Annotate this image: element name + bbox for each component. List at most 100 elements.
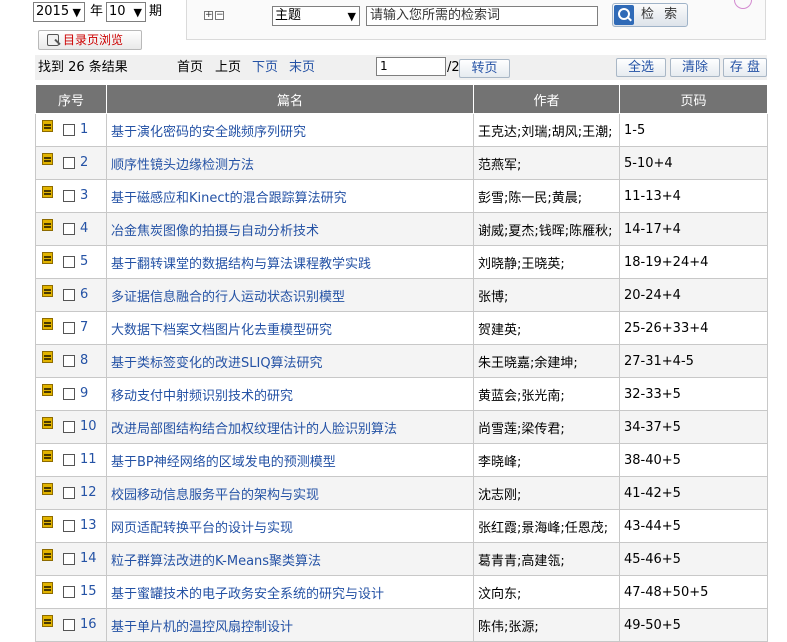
article-title-link[interactable]: 校园移动信息服务平台的架构与实现 (111, 488, 319, 503)
document-icon[interactable] (42, 516, 53, 528)
row-checkbox[interactable] (63, 586, 75, 598)
row-number[interactable]: 10 (80, 419, 97, 434)
authors-cell: 沈志刚; (473, 476, 620, 510)
row-number[interactable]: 16 (80, 617, 97, 632)
row-checkbox[interactable] (63, 256, 75, 268)
article-title-link[interactable]: 基于磁感应和Kinect的混合跟踪算法研究 (111, 191, 347, 206)
document-icon[interactable] (42, 615, 53, 627)
row-number[interactable]: 1 (80, 122, 88, 137)
document-icon[interactable] (42, 483, 53, 495)
row-number[interactable]: 15 (80, 584, 97, 599)
document-icon[interactable] (42, 384, 53, 396)
table-row: 12 校园移动信息服务平台的架构与实现 沈志刚; 41-42+5 (35, 476, 768, 510)
last-page-link[interactable]: 末页 (289, 60, 315, 75)
document-icon[interactable] (42, 549, 53, 561)
row-number[interactable]: 2 (80, 155, 88, 170)
authors-cell: 陈伟;张源; (473, 608, 620, 642)
article-title-link[interactable]: 移动支付中射频识别技术的研究 (111, 389, 293, 404)
select-all-button[interactable]: 全选 (616, 58, 666, 77)
page-number-input[interactable]: 1 (376, 57, 446, 76)
title-cell: 基于演化密码的安全跳频序列研究 (106, 113, 474, 147)
article-title-link[interactable]: 基于翻转课堂的数据结构与算法课程教学实践 (111, 257, 371, 272)
document-icon[interactable] (42, 285, 53, 297)
article-title-link[interactable]: 顺序性镜头边缘检测方法 (111, 158, 254, 173)
row-checkbox[interactable] (63, 223, 75, 235)
document-icon[interactable] (42, 219, 53, 231)
next-page-link[interactable]: 下页 (252, 60, 278, 75)
article-title-link[interactable]: 冶金焦炭图像的拍摄与自动分析技术 (111, 224, 319, 239)
row-number[interactable]: 8 (80, 353, 88, 368)
result-count: 找到 26 条结果 (38, 60, 128, 75)
clear-button[interactable]: 清除 (670, 58, 720, 77)
first-page-link[interactable]: 首页 (177, 60, 203, 75)
row-number[interactable]: 11 (80, 452, 97, 467)
title-cell: 基于BP神经网络的区域发电的预测模型 (106, 443, 474, 477)
row-checkbox[interactable] (63, 553, 75, 565)
table-row: 13 网页适配转换平台的设计与实现 张红霞;景海峰;任恩茂; 43-44+5 (35, 509, 768, 543)
row-number[interactable]: 12 (80, 485, 97, 500)
article-title-link[interactable]: 改进局部图结构结合加权纹理估计的人脸识别算法 (111, 422, 397, 437)
article-title-link[interactable]: 基于BP神经网络的区域发电的预测模型 (111, 455, 336, 470)
title-cell: 大数据下档案文档图片化去重模型研究 (106, 311, 474, 345)
article-title-link[interactable]: 大数据下档案文档图片化去重模型研究 (111, 323, 332, 338)
row-number[interactable]: 9 (80, 386, 88, 401)
pages-cell: 11-13+4 (619, 179, 768, 213)
row-number[interactable]: 14 (80, 551, 97, 566)
row-checkbox[interactable] (63, 520, 75, 532)
row-number-cell: 4 (35, 212, 107, 246)
document-icon[interactable] (42, 351, 53, 363)
row-checkbox[interactable] (63, 421, 75, 433)
expand-icon[interactable]: + (204, 11, 213, 20)
row-checkbox[interactable] (63, 322, 75, 334)
article-title-link[interactable]: 基于演化密码的安全跳频序列研究 (111, 125, 306, 140)
title-cell: 改进局部图结构结合加权纹理估计的人脸识别算法 (106, 410, 474, 444)
document-icon[interactable] (42, 450, 53, 462)
row-checkbox[interactable] (63, 454, 75, 466)
collapse-icon[interactable]: − (215, 11, 224, 20)
goto-page-button[interactable]: 转页 (459, 59, 510, 78)
search-button-label: 检 索 (641, 7, 681, 22)
document-icon[interactable] (42, 186, 53, 198)
row-number[interactable]: 6 (80, 287, 88, 302)
row-checkbox[interactable] (63, 355, 75, 367)
authors-cell: 范燕军; (473, 146, 620, 180)
article-title-link[interactable]: 多证据信息融合的行人运动状态识别模型 (111, 290, 345, 305)
article-title-link[interactable]: 基于类标签变化的改进SLIQ算法研究 (111, 356, 323, 371)
row-checkbox[interactable] (63, 388, 75, 400)
row-checkbox[interactable] (63, 619, 75, 631)
article-title-link[interactable]: 基于蜜罐技术的电子政务安全系统的研究与设计 (111, 587, 384, 602)
header-number: 序号 (35, 84, 107, 114)
article-title-link[interactable]: 网页适配转换平台的设计与实现 (111, 521, 293, 536)
table-row: 9 移动支付中射频识别技术的研究 黄蓝会;张光南; 32-33+5 (35, 377, 768, 411)
document-icon[interactable] (42, 318, 53, 330)
row-number[interactable]: 13 (80, 518, 97, 533)
authors-cell: 朱王晓嘉;余建坤; (473, 344, 620, 378)
search-button[interactable]: 检 索 (612, 3, 688, 27)
issue-select[interactable]: 10 ▼ (106, 2, 146, 22)
row-number-cell: 15 (35, 575, 107, 609)
row-checkbox[interactable] (63, 289, 75, 301)
authors-cell: 刘晓静;王晓英; (473, 245, 620, 279)
document-icon[interactable] (42, 120, 53, 132)
document-icon[interactable] (42, 582, 53, 594)
row-checkbox[interactable] (63, 190, 75, 202)
article-title-link[interactable]: 粒子群算法改进的K-Means聚类算法 (111, 554, 321, 569)
search-field-select[interactable]: 主题 ▼ (272, 6, 360, 26)
article-title-link[interactable]: 基于单片机的温控风扇控制设计 (111, 620, 293, 635)
pages-cell: 34-37+5 (619, 410, 768, 444)
row-checkbox[interactable] (63, 124, 75, 136)
prev-page-link[interactable]: 上页 (215, 60, 241, 75)
row-number[interactable]: 5 (80, 254, 88, 269)
search-input[interactable]: 请输入您所需的检索词 (366, 6, 598, 26)
row-number[interactable]: 7 (80, 320, 88, 335)
document-icon[interactable] (42, 417, 53, 429)
row-number[interactable]: 3 (80, 188, 88, 203)
save-button[interactable]: 存 盘 (723, 58, 767, 77)
catalog-browse-button[interactable]: 目录页浏览 (38, 30, 142, 50)
document-icon[interactable] (42, 153, 53, 165)
row-checkbox[interactable] (63, 157, 75, 169)
document-icon[interactable] (42, 252, 53, 264)
row-checkbox[interactable] (63, 487, 75, 499)
year-select[interactable]: 2015 ▼ (33, 2, 85, 22)
row-number[interactable]: 4 (80, 221, 88, 236)
